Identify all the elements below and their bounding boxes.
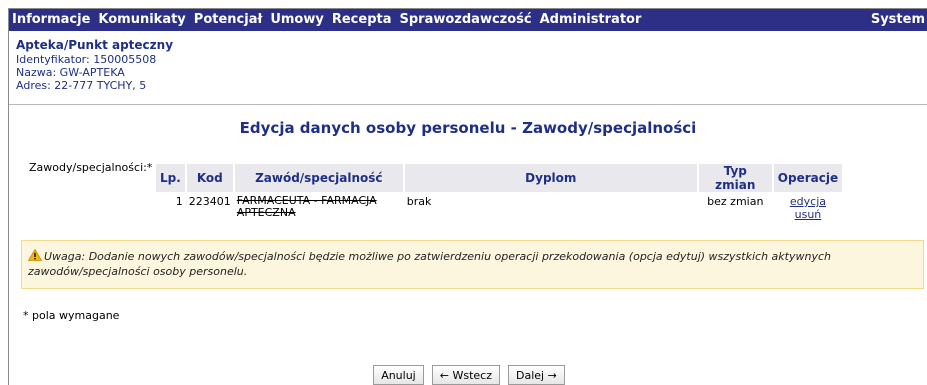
professions-table: Lp. Kod Zawód/specjalność Dyplom Typ zmi… — [154, 162, 844, 224]
edit-link[interactable]: edycja — [776, 195, 840, 208]
pharmacy-info-panel: Apteka/Punkt apteczny Identyfikator: 150… — [9, 31, 927, 105]
delete-link[interactable]: usuń — [776, 208, 840, 221]
cell-zawod: FARMACEUTA - FARMACJA APTECZNA — [235, 194, 403, 222]
warning-text: Uwaga: Dodanie nowych zawodów/specjalnoś… — [28, 250, 831, 278]
column-header-operacje: Operacje — [773, 164, 843, 192]
column-header-zawod: Zawód/specjalność — [234, 164, 403, 192]
pharmacy-address: Adres: 22-777 TYCHY, 5 — [16, 79, 147, 92]
menu-item-umowy[interactable]: Umowy — [266, 9, 328, 31]
back-button[interactable]: ← Wstecz — [431, 365, 500, 385]
professions-field-label: Zawody/specjalności:* — [29, 161, 153, 174]
menu-item-sprawozdawczosc[interactable]: Sprawozdawczość — [396, 9, 536, 31]
profession-name-struck: FARMACEUTA - FARMACJA APTECZNA — [236, 194, 377, 219]
menu-item-recepta[interactable]: Recepta — [328, 9, 396, 31]
cancel-button[interactable]: Anuluj — [373, 365, 424, 385]
menu-item-administrator[interactable]: Administrator — [536, 9, 646, 31]
next-button[interactable]: Dalej → — [507, 365, 565, 385]
column-header-kod: Kod — [186, 164, 233, 192]
pharmacy-identifier: Identyfikator: 150005508 — [16, 53, 157, 66]
cell-typ-zmian: bez zmian — [707, 195, 764, 208]
cell-dyplom: brak — [406, 195, 432, 208]
menu-item-komunikaty[interactable]: Komunikaty — [94, 9, 189, 31]
warning-box: Uwaga: Dodanie nowych zawodów/specjalnoś… — [21, 240, 924, 289]
menu-item-potencjal[interactable]: Potencjał — [190, 9, 267, 31]
page-title: Edycja danych osoby personelu - Zawody/s… — [239, 119, 697, 137]
menu-item-system[interactable]: System — [867, 9, 927, 31]
main-menu-bar: Informacje Komunikaty Potencjał Umowy Re… — [9, 9, 927, 31]
pharmacy-type-title: Apteka/Punkt apteczny — [16, 38, 174, 52]
column-header-lp: Lp. — [156, 164, 185, 192]
pharmacy-name: Nazwa: GW-APTEKA — [16, 66, 125, 79]
menu-item-informacje[interactable]: Informacje — [9, 9, 94, 31]
table-row: 1 223401 FARMACEUTA - FARMACJA APTECZNA … — [156, 194, 842, 222]
required-fields-note: * pola wymagane — [23, 309, 120, 322]
cell-lp: 1 — [175, 195, 183, 208]
column-header-dyplom: Dyplom — [404, 164, 697, 192]
cell-operacje: edycja usuń — [774, 194, 842, 222]
table-header-row: Lp. Kod Zawód/specjalność Dyplom Typ zmi… — [156, 164, 843, 192]
application-window: Informacje Komunikaty Potencjał Umowy Re… — [8, 8, 927, 385]
warning-triangle-icon — [28, 249, 42, 261]
cell-kod: 223401 — [188, 195, 231, 208]
column-header-typ-zmian: Typ zmian — [698, 164, 772, 192]
form-buttons: Anuluj ← Wstecz Dalej → — [9, 365, 927, 385]
